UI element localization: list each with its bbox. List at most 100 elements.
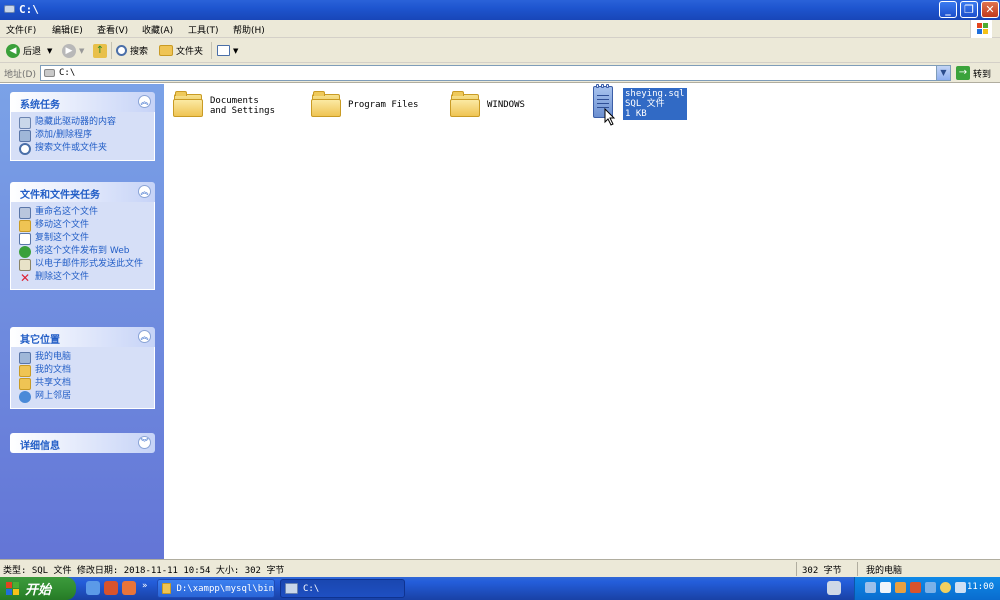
task-search-files[interactable]: 搜索文件或文件夹 bbox=[19, 143, 154, 155]
menu-bar: 文件(F) 编辑(E) 查看(V) 收藏(A) 工具(T) 帮助(H) bbox=[0, 20, 1000, 38]
firefox-icon[interactable] bbox=[122, 581, 136, 595]
address-input[interactable]: C:\ ▼ bbox=[40, 65, 951, 81]
task-add-remove-programs[interactable]: 添加/删除程序 bbox=[19, 130, 154, 142]
status-text: 类型: SQL 文件 修改日期: 2018-11-11 10:54 大小: 30… bbox=[3, 566, 285, 576]
chevron-up-icon[interactable]: ︽ bbox=[138, 330, 151, 343]
task-pane: 系统任务 ︽ 隐藏此驱动器的内容 添加/删除程序 搜索文件或文件夹 文件和文件夹… bbox=[0, 84, 164, 559]
file-size: 1 KB bbox=[625, 109, 647, 119]
tray-icon[interactable] bbox=[910, 582, 921, 593]
task-hide-drive-contents[interactable]: 隐藏此驱动器的内容 bbox=[19, 117, 154, 129]
other-places-header[interactable]: 其它位置 ︽ bbox=[10, 327, 155, 347]
tray-icon[interactable] bbox=[895, 582, 906, 593]
address-label: 地址(D) bbox=[4, 70, 36, 80]
windows-logo-icon bbox=[6, 581, 20, 596]
start-button[interactable]: 开始 bbox=[0, 577, 76, 600]
menu-edit[interactable]: 编辑(E) bbox=[52, 23, 83, 36]
details-panel: 详细信息 ︾ bbox=[10, 433, 155, 453]
system-tasks-header[interactable]: 系统任务 ︽ bbox=[10, 92, 155, 112]
task-publish-web[interactable]: 将这个文件发布到 Web bbox=[19, 246, 154, 258]
chevron-up-icon[interactable]: ︽ bbox=[138, 95, 151, 108]
menu-favorites[interactable]: 收藏(A) bbox=[142, 23, 173, 36]
close-button[interactable]: ✕ bbox=[981, 1, 999, 18]
back-button[interactable]: ◀ 后退 ▼ bbox=[6, 42, 52, 59]
task-rename-file[interactable]: 重命名这个文件 bbox=[19, 207, 154, 219]
chevron-down-icon: ▼ bbox=[79, 46, 85, 55]
ie-icon[interactable] bbox=[86, 581, 100, 595]
drive-icon bbox=[44, 69, 55, 77]
tray-icon[interactable] bbox=[865, 582, 876, 593]
xampp-icon[interactable] bbox=[104, 581, 118, 595]
panel-title: 其它位置 bbox=[20, 335, 60, 346]
go-button[interactable]: → 转到 bbox=[956, 65, 991, 81]
panel-title: 文件和文件夹任务 bbox=[20, 190, 100, 201]
up-folder-button[interactable]: ↑ bbox=[93, 42, 110, 59]
email-icon bbox=[19, 259, 31, 271]
task-email-file[interactable]: 以电子邮件形式发送此文件 bbox=[19, 259, 154, 271]
file-type: SQL 文件 bbox=[625, 99, 665, 109]
taskbar-window-c-drive[interactable]: C:\ bbox=[280, 579, 405, 598]
folder-item[interactable]: Documents and Settings bbox=[172, 90, 280, 118]
folder-name: Documents and Settings bbox=[210, 96, 276, 116]
menu-help[interactable]: 帮助(H) bbox=[233, 23, 265, 36]
folder-item[interactable]: WINDOWS bbox=[449, 90, 525, 118]
title-bar[interactable]: C:\ _ ❐ ✕ bbox=[0, 0, 1000, 20]
toolbar: ◀ 后退 ▼ ▶ ▼ ↑ 搜索 文件夹 ▼ bbox=[0, 38, 1000, 63]
place-network[interactable]: 网上邻居 bbox=[19, 391, 154, 403]
windows-logo-icon bbox=[970, 20, 992, 38]
quicklaunch-more-icon[interactable]: » bbox=[142, 581, 148, 591]
menu-view[interactable]: 查看(V) bbox=[97, 23, 128, 36]
file-view[interactable]: Documents and Settings Program Files WIN… bbox=[164, 84, 1000, 559]
details-header[interactable]: 详细信息 ︾ bbox=[10, 433, 155, 453]
shield-icon[interactable] bbox=[940, 582, 951, 593]
task-delete-file[interactable]: ✕ 删除这个文件 bbox=[19, 272, 154, 284]
folder-icon bbox=[449, 90, 481, 118]
search-button[interactable]: 搜索 bbox=[116, 42, 148, 59]
globe-icon bbox=[19, 246, 31, 258]
forward-button[interactable]: ▶ ▼ bbox=[62, 42, 84, 59]
address-dropdown-button[interactable]: ▼ bbox=[936, 66, 950, 80]
tray-icon[interactable] bbox=[880, 582, 891, 593]
go-label: 转到 bbox=[973, 69, 992, 80]
task-move-file[interactable]: 移动这个文件 bbox=[19, 220, 154, 232]
taskbar-window-mysql-bin[interactable]: D:\xampp\mysql\bin bbox=[157, 579, 275, 598]
volume-icon[interactable] bbox=[955, 582, 966, 593]
up-folder-icon: ↑ bbox=[93, 43, 107, 58]
drive-icon bbox=[285, 583, 298, 594]
search-icon bbox=[116, 45, 127, 56]
status-zone: 我的电脑 bbox=[866, 566, 903, 576]
folder-name: Program Files bbox=[348, 100, 419, 110]
place-my-computer[interactable]: 我的电脑 bbox=[19, 352, 154, 364]
maximize-button[interactable]: ❐ bbox=[960, 1, 978, 18]
menu-file[interactable]: 文件(F) bbox=[6, 23, 36, 36]
views-icon bbox=[217, 45, 230, 56]
chevron-up-icon[interactable]: ︽ bbox=[138, 185, 151, 198]
chevron-down-icon: ▼ bbox=[47, 46, 53, 55]
minimize-button[interactable]: _ bbox=[939, 1, 957, 18]
address-bar: 地址(D) C:\ ▼ → 转到 bbox=[0, 63, 1000, 83]
clock: 11:00 bbox=[966, 582, 994, 592]
search-label: 搜索 bbox=[130, 47, 149, 57]
panel-title: 详细信息 bbox=[20, 441, 60, 452]
copy-icon bbox=[19, 233, 31, 245]
file-tasks-header[interactable]: 文件和文件夹任务 ︽ bbox=[10, 182, 155, 202]
chevron-down-icon[interactable]: ︾ bbox=[138, 436, 151, 449]
place-shared-documents[interactable]: 共享文档 bbox=[19, 378, 154, 390]
mouse-cursor-icon bbox=[604, 108, 616, 126]
folders-label: 文件夹 bbox=[176, 47, 204, 57]
views-button[interactable]: ▼ bbox=[217, 42, 238, 59]
folder-icon bbox=[310, 90, 342, 118]
delete-x-icon: ✕ bbox=[19, 271, 31, 285]
folders-button[interactable]: 文件夹 bbox=[159, 42, 203, 59]
start-label: 开始 bbox=[25, 583, 52, 598]
network-icon[interactable] bbox=[925, 582, 936, 593]
file-name: sheying.sql bbox=[625, 89, 685, 99]
folder-item[interactable]: Program Files bbox=[310, 90, 418, 118]
file-tasks-panel: 文件和文件夹任务 ︽ 重命名这个文件 移动这个文件 复制这个文件 将这个文件发布… bbox=[10, 182, 155, 290]
panel-title: 系统任务 bbox=[20, 100, 60, 111]
menu-tools[interactable]: 工具(T) bbox=[188, 23, 219, 36]
search-icon bbox=[19, 143, 31, 155]
file-label: sheying.sql SQL 文件 1 KB bbox=[623, 88, 687, 120]
keyboard-icon[interactable] bbox=[827, 581, 841, 595]
task-copy-file[interactable]: 复制这个文件 bbox=[19, 233, 154, 245]
place-my-documents[interactable]: 我的文档 bbox=[19, 365, 154, 377]
